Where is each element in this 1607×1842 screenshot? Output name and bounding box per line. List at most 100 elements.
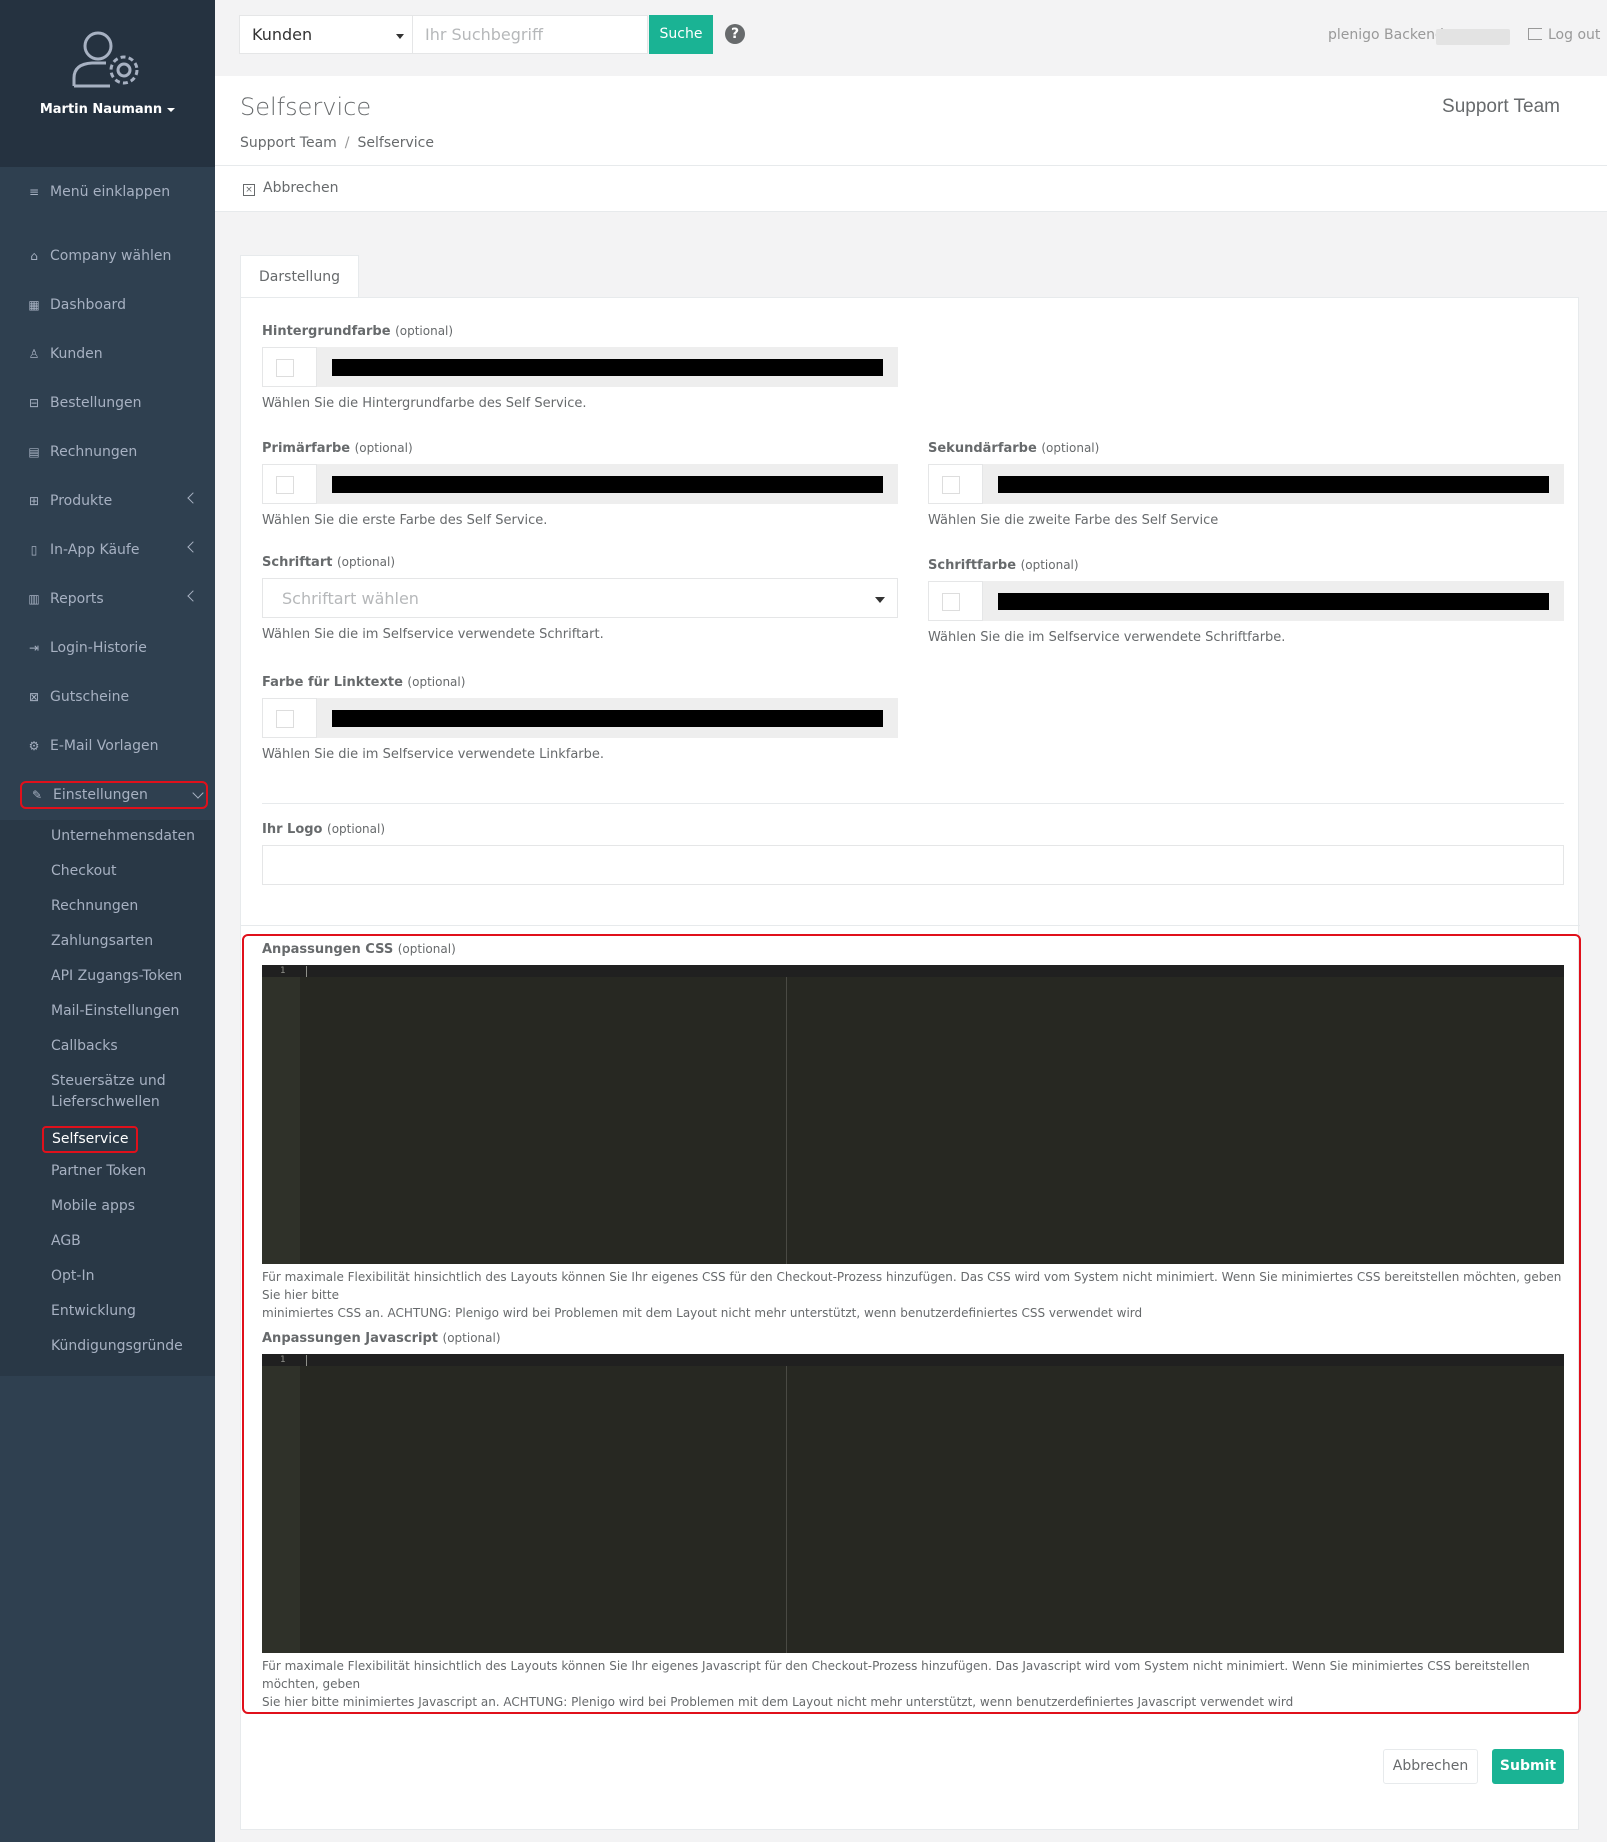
chevron-left-icon xyxy=(187,590,199,602)
chevron-left-icon xyxy=(187,492,199,504)
text-cursor xyxy=(306,966,307,977)
backend-label: plenigo Backend xyxy=(1328,27,1444,43)
field-label: Schriftart (optional) xyxy=(262,555,395,570)
sidebar-item-in-app[interactable]: ▯ In-App Käufe xyxy=(0,535,215,565)
submenu-mobile-apps[interactable]: Mobile apps xyxy=(51,1196,135,1217)
submenu-selfservice[interactable]: Selfservice xyxy=(42,1126,139,1153)
cancel-button[interactable]: Abbrechen xyxy=(1383,1749,1478,1784)
color-swatch[interactable] xyxy=(262,464,317,504)
submenu-kuendigungsgruende[interactable]: Kündigungsgründe xyxy=(51,1336,183,1357)
bars-icon: ≡ xyxy=(28,185,40,199)
submenu-api-token[interactable]: API Zugangs-Token xyxy=(51,966,182,987)
sidebar-item-email-vorlagen[interactable]: ⚙ E-Mail Vorlagen xyxy=(0,731,215,761)
color-swatch[interactable] xyxy=(928,581,983,621)
logout-label: Log out xyxy=(1548,27,1601,43)
submenu-agb[interactable]: AGB xyxy=(51,1231,81,1252)
color-swatch[interactable] xyxy=(262,347,317,387)
profile-name-dropdown[interactable]: Martin Naumann xyxy=(0,102,215,117)
search-button[interactable]: Suche xyxy=(649,15,713,54)
color-value-bar[interactable] xyxy=(332,359,883,376)
color-value-bar[interactable] xyxy=(998,476,1549,493)
sidebar-item-company[interactable]: ⌂ Company wählen xyxy=(0,241,215,271)
help-text: Wählen Sie die erste Farbe des Self Serv… xyxy=(262,513,548,528)
tab-darstellung[interactable]: Darstellung xyxy=(240,255,359,298)
close-icon: × xyxy=(243,184,255,196)
sidebar-item-label: Bestellungen xyxy=(50,395,142,411)
css-code-editor[interactable]: 1 xyxy=(262,965,1564,1264)
action-bar: × Abbrechen xyxy=(215,166,1607,212)
divider xyxy=(262,803,1564,804)
field-label: Anpassungen CSS (optional) xyxy=(262,942,456,957)
sidebar-item-dashboard[interactable]: ▦ Dashboard xyxy=(0,290,215,320)
submenu-rechnungen[interactable]: Rechnungen xyxy=(51,896,138,917)
sidebar-item-einstellungen[interactable]: ✎ Einstellungen xyxy=(20,781,208,809)
search-scope-select[interactable]: Kunden xyxy=(239,15,413,54)
font-color-picker[interactable] xyxy=(928,581,1564,621)
submenu-callbacks[interactable]: Callbacks xyxy=(51,1036,118,1057)
css-help-text: Für maximale Flexibilität hinsichtlich d… xyxy=(262,1270,1562,1320)
link-color-field: Farbe für Linktexte (optional) xyxy=(262,675,465,690)
sidebar-item-label: In-App Käufe xyxy=(50,542,140,558)
user-icon: ♙ xyxy=(28,347,40,361)
sidebar-item-label: Rechnungen xyxy=(50,444,138,460)
color-value-bar[interactable] xyxy=(332,476,883,493)
sidebar-item-rechnungen[interactable]: ▤ Rechnungen xyxy=(0,437,215,467)
link-color-picker[interactable] xyxy=(262,698,898,738)
font-select-placeholder: Schriftart wählen xyxy=(282,589,419,608)
help-text: Wählen Sie die im Selfservice verwendete… xyxy=(262,627,604,642)
search-input[interactable]: Ihr Suchbegriff xyxy=(413,15,648,54)
help-icon[interactable]: ? xyxy=(725,24,745,44)
sign-in-icon: ⇥ xyxy=(28,641,40,655)
color-value-bar[interactable] xyxy=(998,593,1549,610)
sidebar-item-label: E-Mail Vorlagen xyxy=(50,738,159,754)
sidebar-item-gutscheine[interactable]: ⊠ Gutscheine xyxy=(0,682,215,712)
submenu-checkout[interactable]: Checkout xyxy=(51,861,117,882)
sidebar-item-kunden[interactable]: ♙ Kunden xyxy=(0,339,215,369)
divider xyxy=(241,925,1580,926)
js-field: Anpassungen Javascript (optional) xyxy=(262,1331,501,1346)
line-number: 1 xyxy=(280,1355,286,1365)
line-gutter xyxy=(262,965,300,1264)
home-icon: ⌂ xyxy=(30,249,38,263)
submit-button[interactable]: Submit xyxy=(1492,1749,1564,1784)
sign-out-icon xyxy=(1528,28,1542,40)
color-swatch[interactable] xyxy=(928,464,983,504)
color-value-bar[interactable] xyxy=(332,710,883,727)
logout-link[interactable]: Log out xyxy=(1528,27,1600,43)
secondary-color-picker[interactable] xyxy=(928,464,1564,504)
cogs-icon: ⚙ xyxy=(28,739,40,753)
sidebar-item-produkte[interactable]: ⊞ Produkte xyxy=(0,486,215,516)
field-label: Sekundärfarbe (optional) xyxy=(928,441,1100,456)
submenu-unternehmensdaten[interactable]: Unternehmensdaten xyxy=(51,826,195,847)
submenu-opt-in[interactable]: Opt-In xyxy=(51,1266,94,1287)
sidebar-item-bestellungen[interactable]: ⊟ Bestellungen xyxy=(0,388,215,418)
background-color-picker[interactable] xyxy=(262,347,898,387)
secondary-color-field: Sekundärfarbe (optional) xyxy=(928,441,1099,456)
primary-color-picker[interactable] xyxy=(262,464,898,504)
breadcrumb-selfservice: Selfservice xyxy=(357,135,434,151)
js-help-text: Für maximale Flexibilität hinsichtlich d… xyxy=(262,1659,1530,1709)
breadcrumb-support-team[interactable]: Support Team xyxy=(240,135,337,151)
submenu-entwicklung[interactable]: Entwicklung xyxy=(51,1301,136,1322)
settings-submenu: Unternehmensdaten Checkout Rechnungen Za… xyxy=(0,820,215,1376)
sidebar-item-login-historie[interactable]: ⇥ Login-Historie xyxy=(0,633,215,663)
color-swatch[interactable] xyxy=(262,698,317,738)
bar-chart-icon: ▥ xyxy=(28,592,40,606)
submenu-zahlungsarten[interactable]: Zahlungsarten xyxy=(51,931,153,952)
font-select[interactable]: Schriftart wählen xyxy=(262,578,898,618)
submenu-mail-einstellungen[interactable]: Mail-Einstellungen xyxy=(51,1001,179,1022)
sidebar-item-label: Kunden xyxy=(50,346,103,362)
line-number: 1 xyxy=(280,966,286,976)
logo-upload-input[interactable] xyxy=(262,845,1564,885)
cancel-link[interactable]: × Abbrechen xyxy=(243,180,338,196)
sidebar-item-reports[interactable]: ▥ Reports xyxy=(0,584,215,614)
submenu-steuersaetze[interactable]: Steuersätze und Lieferschwellen xyxy=(51,1071,166,1113)
js-code-editor[interactable]: 1 xyxy=(262,1354,1564,1653)
field-label: Anpassungen Javascript (optional) xyxy=(262,1331,501,1346)
field-label: Ihr Logo (optional) xyxy=(262,822,386,837)
active-line xyxy=(262,1354,1564,1366)
menu-collapse[interactable]: ≡ Menü einklappen xyxy=(0,177,215,207)
caret-down-icon xyxy=(875,597,885,603)
submenu-partner-token[interactable]: Partner Token xyxy=(51,1161,146,1182)
cancel-label: Abbrechen xyxy=(263,180,339,196)
